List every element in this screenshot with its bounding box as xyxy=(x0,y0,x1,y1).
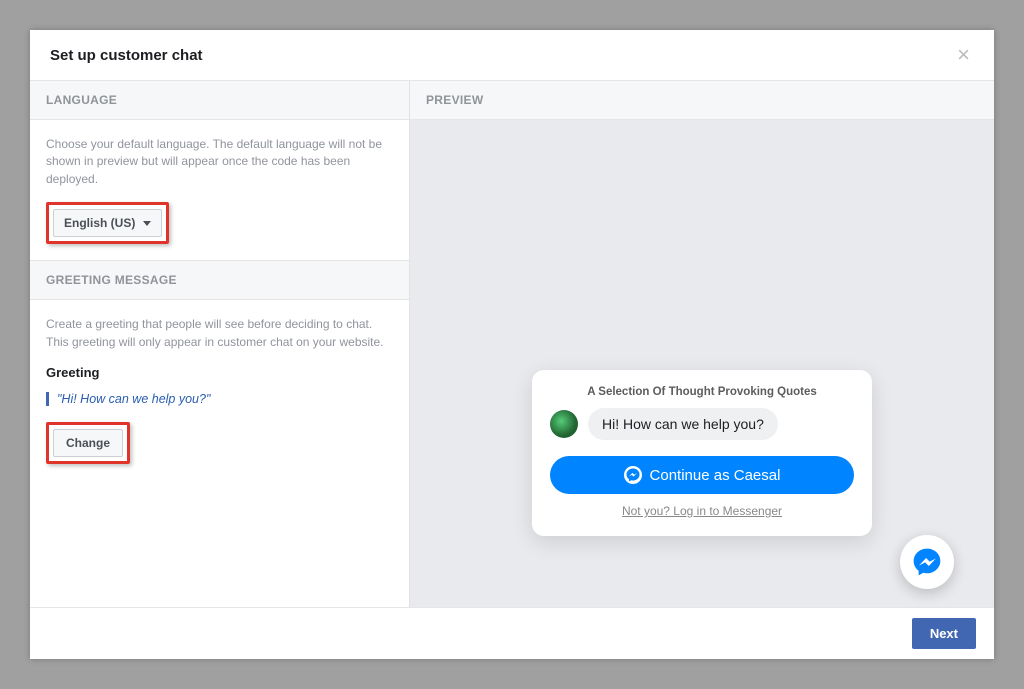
language-section-heading: LANGUAGE xyxy=(30,81,409,120)
close-icon[interactable]: × xyxy=(953,44,974,66)
dialog-header: Set up customer chat × xyxy=(30,30,994,81)
next-button[interactable]: Next xyxy=(912,618,976,649)
messenger-icon xyxy=(624,466,642,484)
language-dropdown[interactable]: English (US) xyxy=(53,209,162,237)
continue-as-button[interactable]: Continue as Caesal xyxy=(550,456,854,494)
avatar xyxy=(550,410,578,438)
preview-column: PREVIEW A Selection Of Thought Provoking… xyxy=(410,81,994,607)
dialog-title: Set up customer chat xyxy=(50,47,953,64)
continue-as-label: Continue as Caesal xyxy=(650,467,781,484)
greeting-label: Greeting xyxy=(46,365,393,380)
change-greeting-button[interactable]: Change xyxy=(53,429,123,457)
preview-heading: PREVIEW xyxy=(410,81,994,120)
language-dropdown-label: English (US) xyxy=(64,216,135,230)
dialog-footer: Next xyxy=(30,607,994,659)
greeting-section-heading: GREETING MESSAGE xyxy=(30,261,409,300)
greeting-section-body: Create a greeting that people will see b… xyxy=(30,300,409,480)
change-button-highlight: Change xyxy=(46,422,130,464)
not-you-link[interactable]: Not you? Log in to Messenger xyxy=(550,504,854,518)
language-section-body: Choose your default language. The defaul… xyxy=(30,120,409,260)
chat-row: Hi! How can we help you? xyxy=(550,408,854,440)
settings-column: LANGUAGE Choose your default language. T… xyxy=(30,81,410,607)
dialog-body: LANGUAGE Choose your default language. T… xyxy=(30,81,994,607)
setup-customer-chat-dialog: Set up customer chat × LANGUAGE Choose y… xyxy=(30,30,994,659)
language-dropdown-highlight: English (US) xyxy=(46,202,169,244)
chat-greeting-bubble: Hi! How can we help you? xyxy=(588,408,778,440)
messenger-icon xyxy=(911,546,943,578)
chat-card: A Selection Of Thought Provoking Quotes … xyxy=(532,370,872,536)
chat-page-title: A Selection Of Thought Provoking Quotes xyxy=(550,386,854,398)
messenger-fab[interactable] xyxy=(900,535,954,589)
greeting-help-text: Create a greeting that people will see b… xyxy=(46,316,393,351)
chevron-down-icon xyxy=(143,221,151,226)
preview-area: A Selection Of Thought Provoking Quotes … xyxy=(410,120,994,607)
language-help-text: Choose your default language. The defaul… xyxy=(46,136,393,188)
greeting-preview-text: "Hi! How can we help you?" xyxy=(46,392,393,406)
